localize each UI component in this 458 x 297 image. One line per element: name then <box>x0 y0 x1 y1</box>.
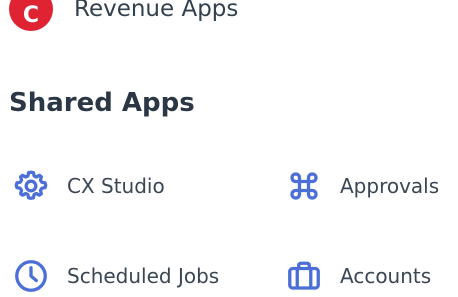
app-label: Approvals <box>340 174 440 198</box>
gear-icon <box>11 166 51 206</box>
clock-icon <box>11 256 51 296</box>
app-label: Scheduled Jobs <box>67 264 220 288</box>
app-cx-studio[interactable]: CX Studio <box>11 164 165 208</box>
app-accounts[interactable]: Accounts <box>284 254 431 297</box>
revenue-apps-label: Revenue Apps <box>74 0 239 22</box>
app-label: CX Studio <box>67 174 165 198</box>
app-scheduled-jobs[interactable]: Scheduled Jobs <box>11 254 219 297</box>
revenue-apps-link[interactable]: C Revenue Apps <box>9 0 238 32</box>
revenue-apps-icon: C <box>9 0 53 31</box>
revenue-apps-badge-letter: C <box>22 3 40 28</box>
command-icon <box>284 166 324 206</box>
app-approvals[interactable]: Approvals <box>284 164 439 208</box>
briefcase-icon <box>284 256 324 296</box>
shared-apps-heading: Shared Apps <box>9 88 195 118</box>
revenue-apps-section: C Revenue Apps <box>0 0 458 34</box>
app-label: Accounts <box>340 264 432 288</box>
